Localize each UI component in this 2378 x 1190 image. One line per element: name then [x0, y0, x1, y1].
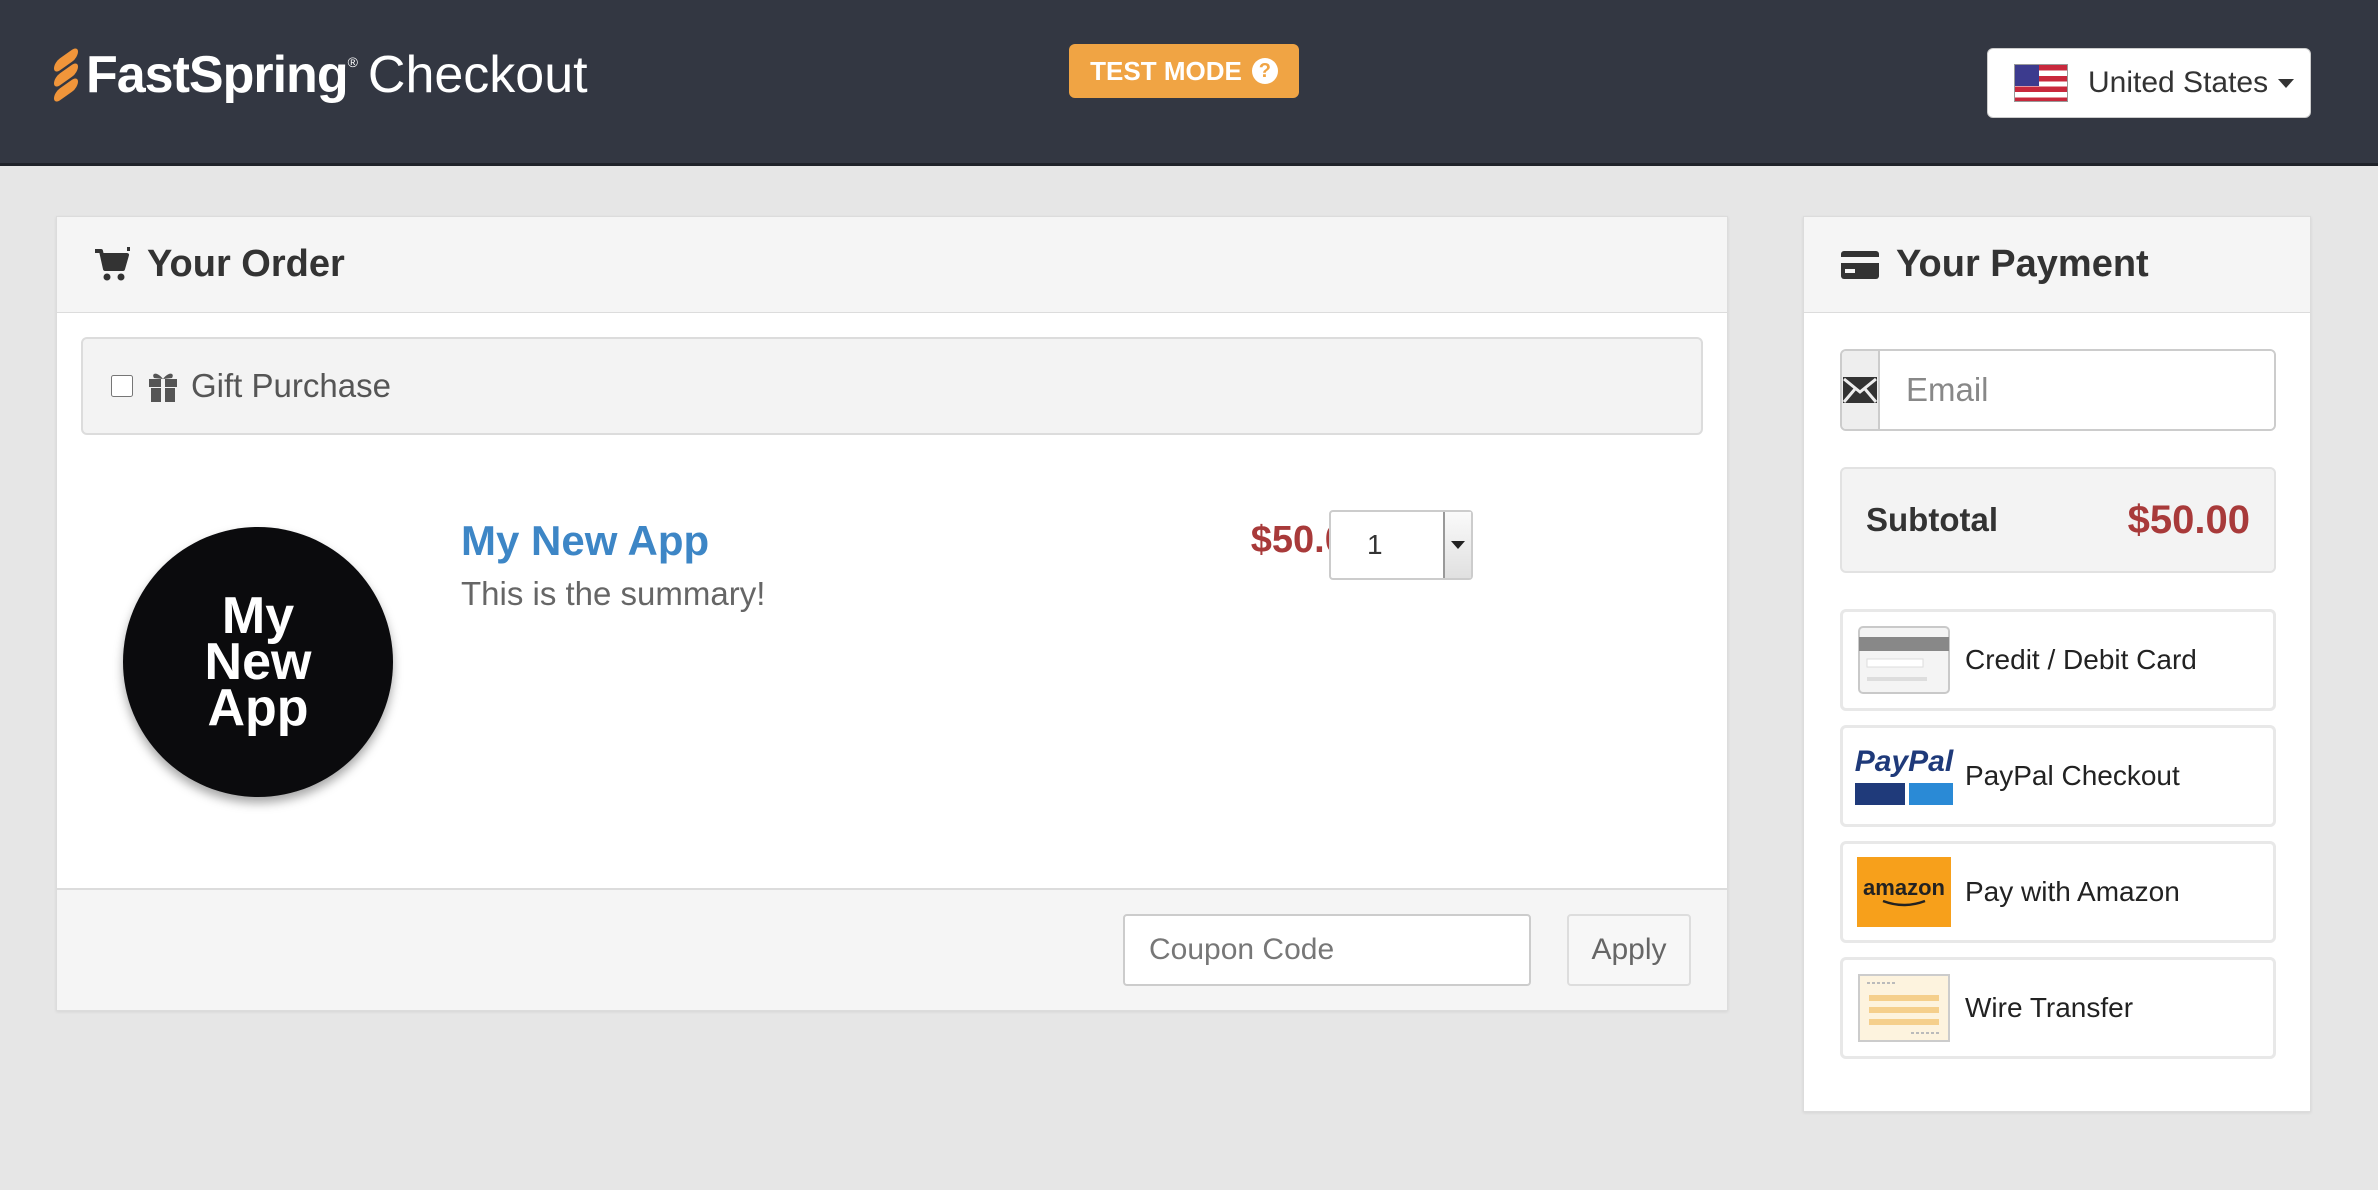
- payment-title: Your Payment: [1896, 243, 2149, 285]
- product-image: My New App: [123, 527, 393, 797]
- paypal-logo: PayPal: [1854, 741, 1954, 811]
- payment-method-label: Wire Transfer: [1965, 992, 2134, 1023]
- payment-panel-header: Your Payment: [1804, 217, 2310, 313]
- gift-purchase-row[interactable]: Gift Purchase: [81, 337, 1703, 435]
- order-panel: Your Order Gift Purchase My New App My N…: [56, 216, 1728, 1011]
- amazon-logo: amazon: [1857, 857, 1951, 927]
- gift-purchase-checkbox[interactable]: [111, 375, 133, 397]
- payment-method-label: Pay with Amazon: [1965, 876, 2180, 907]
- logo-trademark: ®: [347, 54, 358, 70]
- fastspring-mark-icon: [54, 45, 78, 105]
- order-panel-header: Your Order: [57, 217, 1727, 313]
- payment-method-paypal[interactable]: PayPal PayPal Checkout: [1840, 725, 2276, 827]
- logo-product: Checkout: [367, 46, 588, 104]
- product-summary: This is the summary!: [461, 575, 766, 612]
- top-bar: FastSpring ® Checkout TEST MODE ? United…: [0, 0, 2378, 166]
- quantity-value: 1: [1367, 529, 1383, 560]
- amazon-logo-text: amazon: [1863, 875, 1945, 900]
- country-label: United States: [2088, 66, 2269, 99]
- payment-method-label: PayPal Checkout: [1965, 760, 2180, 791]
- payment-panel: Your Payment Subtotal $50.00 Credit / De…: [1803, 216, 2311, 1112]
- cart-icon: [95, 246, 130, 280]
- help-icon[interactable]: ?: [1251, 58, 1278, 84]
- envelope-icon: [1842, 351, 1880, 429]
- apply-coupon-button[interactable]: Apply: [1567, 914, 1691, 986]
- logo-brand: FastSpring: [86, 46, 349, 104]
- product-name-link[interactable]: My New App: [461, 517, 709, 565]
- us-flag-icon: [2014, 64, 2068, 102]
- payment-method-amazon[interactable]: amazon Pay with Amazon: [1840, 841, 2276, 943]
- payment-method-label: Credit / Debit Card: [1965, 644, 2197, 675]
- paypal-logo-text: PayPal: [1854, 745, 1954, 778]
- email-field-group: [1840, 349, 2276, 431]
- credit-card-icon: [1841, 250, 1879, 279]
- subtotal-value: $50.00: [2127, 497, 2250, 542]
- credit-card-icon: [1857, 625, 1951, 695]
- order-footer: Apply: [57, 888, 1727, 1010]
- payment-method-wire-transfer[interactable]: Wire Transfer: [1840, 957, 2276, 1059]
- gift-icon: [149, 373, 177, 402]
- caret-down-icon: [2278, 78, 2295, 88]
- wire-transfer-icon: [1857, 973, 1951, 1043]
- test-mode-badge[interactable]: TEST MODE ?: [1069, 44, 1299, 98]
- subtotal-box: Subtotal $50.00: [1840, 467, 2276, 573]
- country-select[interactable]: United States: [1987, 48, 2311, 118]
- gift-purchase-label: Gift Purchase: [191, 367, 391, 404]
- quantity-select[interactable]: 1: [1329, 510, 1473, 580]
- test-mode-label: TEST MODE: [1090, 55, 1242, 86]
- caret-down-icon: [1451, 541, 1465, 549]
- order-title: Your Order: [147, 243, 345, 285]
- quantity-dropdown-button[interactable]: [1443, 512, 1471, 578]
- payment-method-card[interactable]: Credit / Debit Card: [1840, 609, 2276, 711]
- subtotal-label: Subtotal: [1866, 501, 1998, 538]
- product-image-line: App: [207, 679, 309, 737]
- coupon-code-input[interactable]: [1123, 914, 1531, 986]
- fastspring-logo: FastSpring ® Checkout: [54, 44, 588, 106]
- email-input[interactable]: [1880, 351, 2274, 429]
